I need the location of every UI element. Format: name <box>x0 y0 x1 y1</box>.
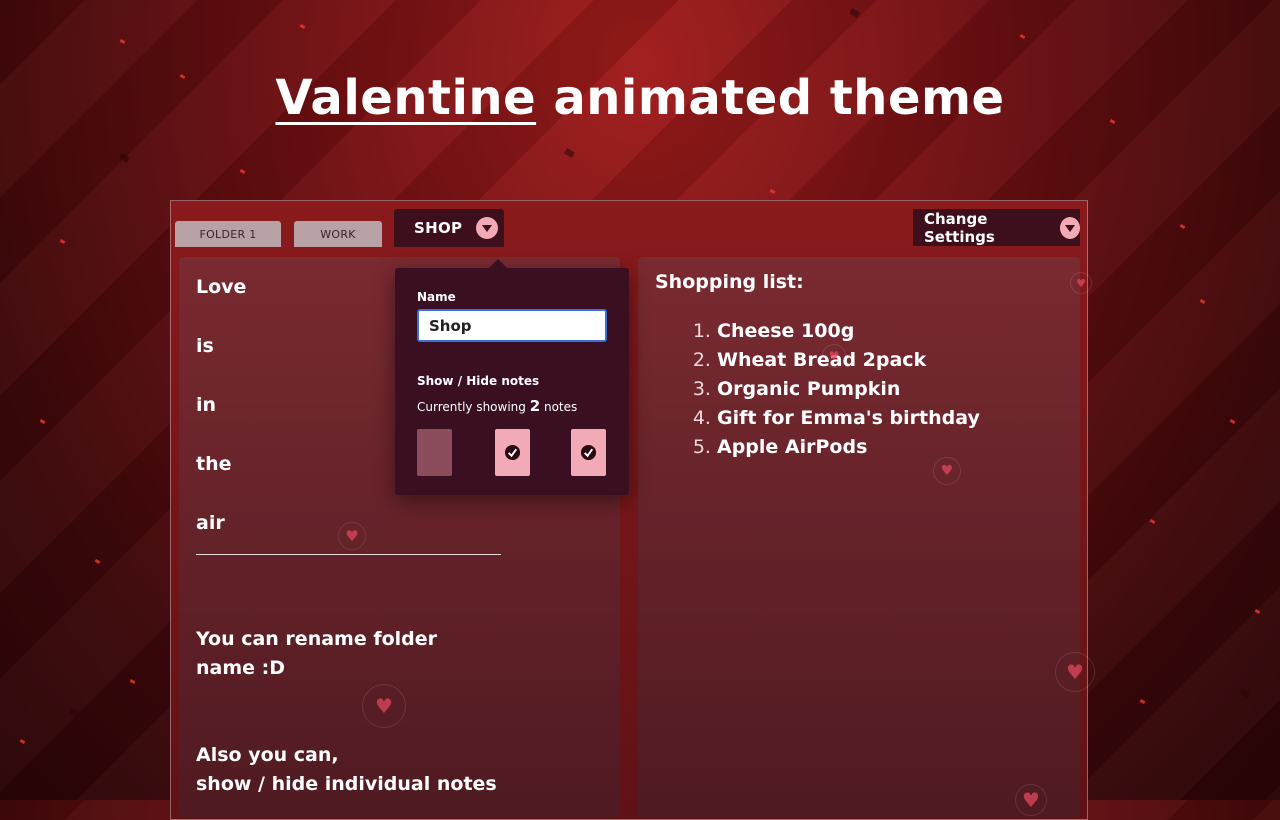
note-text: You can rename folder <box>196 628 438 650</box>
change-settings-button[interactable]: Change Settings <box>913 209 1080 246</box>
headline: Valentine animated theme <box>0 70 1280 126</box>
settings-label: Change Settings <box>924 209 995 246</box>
tab-label: WORK <box>320 227 356 241</box>
checkmark-icon <box>580 444 597 461</box>
folder-name-input[interactable] <box>417 309 607 342</box>
note-toggle-2[interactable] <box>495 429 530 476</box>
heart-icon: ♥ <box>1055 652 1095 692</box>
showing-suffix: notes <box>543 400 578 414</box>
note-text: show / hide individual notes <box>196 773 497 795</box>
note-right[interactable]: Shopping list: Cheese 100g Wheat Bread 2… <box>638 257 1080 817</box>
shopping-list: Cheese 100g Wheat Bread 2pack Organic Pu… <box>717 317 1063 462</box>
chevron-down-icon[interactable] <box>476 217 499 239</box>
list-item: Cheese 100g <box>717 317 1063 346</box>
heart-icon: ♥ <box>822 344 846 368</box>
note-toggle-3[interactable] <box>571 429 606 476</box>
tab-work[interactable]: WORK <box>294 221 382 247</box>
headline-rest: animated theme <box>553 70 1005 126</box>
chevron-down-icon <box>1059 216 1080 239</box>
note-toggle-1[interactable] <box>417 429 452 476</box>
heart-icon: ♥ <box>933 457 961 485</box>
list-item: Apple AirPods <box>717 433 1063 462</box>
show-hide-label: Show / Hide notes <box>417 374 540 388</box>
list-item: Organic Pumpkin <box>717 375 1063 404</box>
tab-folder-1[interactable]: FOLDER 1 <box>175 221 281 247</box>
note-text: Also you can, <box>196 744 339 766</box>
headline-brand: Valentine <box>275 70 537 126</box>
heart-icon: ♥ <box>338 522 366 550</box>
list-item: Gift for Emma's birthday <box>717 404 1063 433</box>
note-paragraph: You can rename folder name :D <box>196 625 603 683</box>
tab-label: FOLDER 1 <box>199 227 257 241</box>
showing-number: 2 <box>529 397 541 415</box>
heart-icon: ♥ <box>1015 784 1047 816</box>
divider-line <box>196 554 501 555</box>
heart-icon: ♥ <box>362 684 406 728</box>
note-visibility-toggles <box>417 429 607 477</box>
note-text: name :D <box>196 657 286 679</box>
shopping-list-title: Shopping list: <box>655 271 804 293</box>
note-line: air <box>196 512 225 534</box>
tab-shop[interactable]: SHOP <box>394 209 504 247</box>
showing-count: Currently showing 2 notes <box>417 397 607 415</box>
notes-app-window: FOLDER 1 WORK SHOP Change Settings Love … <box>170 200 1088 820</box>
tab-label: SHOP <box>414 219 463 237</box>
list-item: Wheat Bread 2pack <box>717 346 1063 375</box>
heart-icon: ♥ <box>1070 272 1092 294</box>
note-paragraph: Also you can, show / hide individual not… <box>196 741 603 799</box>
name-label: Name <box>417 290 456 304</box>
showing-prefix: Currently showing <box>417 400 526 414</box>
checkmark-icon <box>504 444 521 461</box>
folder-settings-popup: Name Show / Hide notes Currently showing… <box>395 259 629 495</box>
